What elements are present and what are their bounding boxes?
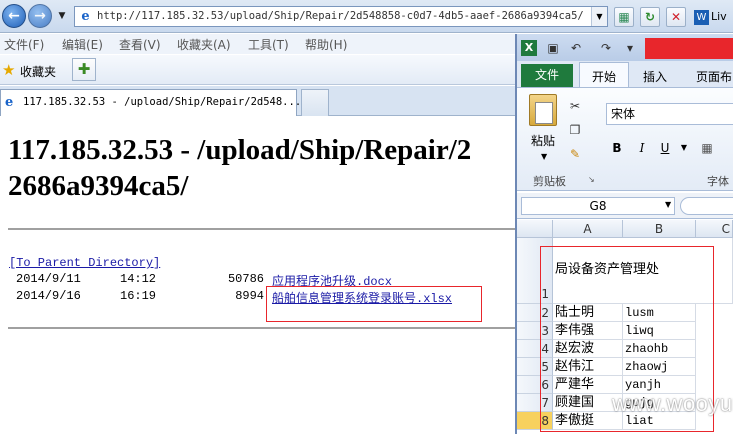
dialog-launcher-icon[interactable]: ↘ (588, 175, 595, 184)
forward-button[interactable]: → (28, 4, 52, 28)
tab-active[interactable]: e 117.185.32.53 - /upload/Ship/Repair/2d… (0, 89, 301, 116)
save-icon[interactable]: ▣ (545, 40, 561, 56)
formula-input[interactable] (680, 197, 733, 215)
tab-insert[interactable]: 插入 (643, 68, 667, 85)
ie-page-icon: e (81, 9, 90, 24)
tab-home[interactable]: 开始 (592, 68, 616, 85)
watermark: www.wooyun.org (612, 391, 733, 416)
format-painter-icon[interactable]: ✎ (567, 146, 583, 162)
favorites-button[interactable]: 收藏夹 (20, 63, 56, 80)
address-bar[interactable]: e http://117.185.32.53/upload/Ship/Repai… (74, 6, 608, 27)
page-title: 117.185.32.53 - /upload/Ship/Repair/2 26… (8, 132, 523, 204)
clipboard-group-label: 剪贴板 (533, 175, 566, 188)
column-header-c[interactable]: C (696, 220, 733, 238)
address-dropdown-icon[interactable]: ▼ (591, 7, 607, 26)
menu-view[interactable]: 查看(V) (119, 36, 161, 53)
select-all-corner[interactable] (517, 220, 553, 238)
menu-edit[interactable]: 编辑(E) (62, 36, 103, 53)
file-time: 14:12 (120, 272, 157, 286)
name-box[interactable]: G8 (521, 197, 675, 215)
cut-icon[interactable]: ✂ (567, 98, 583, 114)
page-title-line-2: 2686a9394ca5/ (8, 170, 189, 202)
live-search-label: Liv (711, 10, 727, 23)
page-title-line-1: 117.185.32.53 - /upload/Ship/Repair/2 (8, 134, 472, 166)
menu-favorites[interactable]: 收藏夹(A) (177, 36, 231, 53)
chevron-down-icon[interactable]: ▼ (676, 139, 692, 157)
tab-title: 117.185.32.53 - /upload/Ship/Repair/2d54… (23, 96, 302, 108)
file-time: 16:19 (120, 289, 157, 303)
divider (8, 327, 518, 329)
redo-icon[interactable]: ↷ (598, 40, 614, 56)
add-favorite-icon[interactable]: ✚ (72, 58, 96, 81)
menu-tools[interactable]: 工具(T) (248, 36, 289, 53)
file-date: 2014/9/16 (16, 289, 81, 303)
chevron-down-icon[interactable]: ▼ (541, 152, 547, 161)
title-redaction (645, 38, 733, 59)
live-search[interactable]: W Liv (694, 7, 733, 27)
tab-page-layout[interactable]: 页面布 (696, 68, 732, 85)
undo-icon[interactable]: ↶ (568, 40, 584, 56)
new-tab-button[interactable] (301, 89, 329, 116)
font-name-box[interactable]: 宋体 (606, 103, 733, 125)
stop-icon[interactable]: ✕ (666, 7, 686, 27)
file-size: 8994 (235, 289, 264, 303)
refresh-icon[interactable]: ↻ (640, 7, 660, 27)
divider (8, 228, 518, 230)
chevron-down-icon[interactable]: ▼ (665, 200, 671, 209)
menu-help[interactable]: 帮助(H) (305, 36, 347, 53)
address-text: http://117.185.32.53/upload/Ship/Repair/… (97, 10, 584, 22)
column-header-b[interactable]: B (623, 220, 696, 238)
tab-file[interactable]: 文件 (521, 64, 573, 87)
copy-icon[interactable]: ❐ (567, 122, 583, 138)
borders-icon[interactable]: ▦ (699, 139, 715, 157)
parent-directory-link[interactable]: [To Parent Directory] (9, 256, 160, 270)
column-header-a[interactable]: A (553, 220, 623, 238)
paste-sheet-icon (535, 102, 553, 124)
font-group-label: 字体 (707, 175, 729, 188)
customize-qat-icon[interactable]: ▾ (622, 40, 638, 56)
chevron-down-icon[interactable]: ▼ (56, 9, 68, 23)
compatibility-view-icon[interactable]: ▦ (614, 7, 634, 27)
file-date: 2014/9/11 (16, 272, 81, 286)
paste-button-label[interactable]: 粘贴 (531, 132, 555, 149)
italic-button[interactable]: I (634, 139, 650, 157)
star-icon[interactable]: ★ (2, 63, 15, 78)
screenshot-root: ← → ▼ e http://117.185.32.53/upload/Ship… (0, 0, 733, 434)
browser-nav-bar: ← → ▼ e http://117.185.32.53/upload/Ship… (0, 0, 733, 33)
highlight-box (266, 286, 482, 322)
ie-page-icon: e (5, 95, 14, 110)
underline-button[interactable]: U (657, 139, 673, 157)
live-search-icon: W (694, 9, 709, 25)
file-size: 50786 (227, 272, 264, 286)
back-button[interactable]: ← (2, 4, 26, 28)
excel-logo-icon: X (521, 40, 537, 56)
menu-file[interactable]: 文件(F) (4, 36, 44, 53)
bold-button[interactable]: B (609, 139, 625, 157)
